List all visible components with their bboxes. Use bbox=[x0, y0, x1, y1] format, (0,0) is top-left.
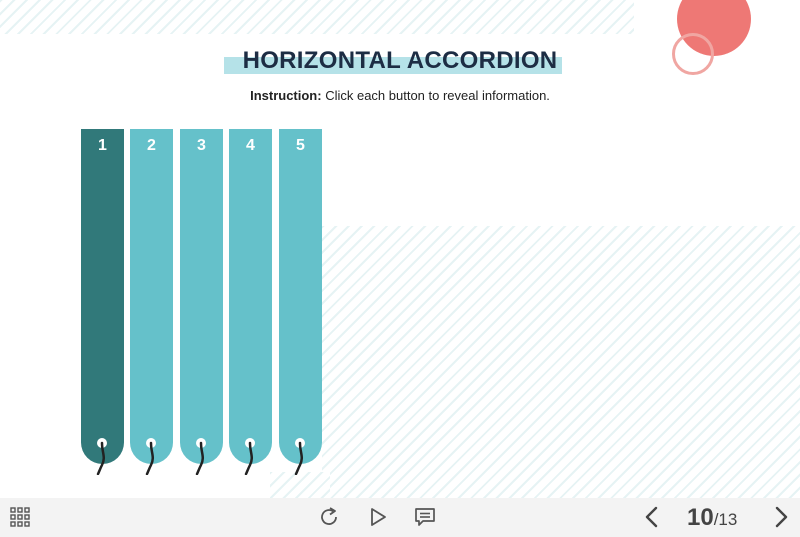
total-pages: /13 bbox=[713, 510, 738, 529]
instruction-label: Instruction: bbox=[250, 88, 322, 103]
striped-background-bottom bbox=[270, 472, 330, 498]
tag-string-icon bbox=[195, 441, 205, 475]
page-counter: 10/13 bbox=[687, 504, 737, 532]
tag-string-icon bbox=[145, 441, 155, 475]
chevron-right-icon[interactable] bbox=[771, 505, 791, 534]
panel-number: 5 bbox=[296, 137, 305, 154]
tag-string-icon bbox=[96, 441, 106, 475]
striped-background-top bbox=[0, 0, 634, 34]
accordion-panel-2[interactable]: 2 bbox=[130, 129, 173, 475]
replay-icon[interactable] bbox=[318, 506, 340, 533]
play-icon[interactable] bbox=[367, 506, 389, 533]
page-title: HORIZONTAL ACCORDION bbox=[242, 47, 558, 74]
panel-number: 4 bbox=[246, 137, 255, 154]
striped-background-right bbox=[322, 226, 800, 498]
instruction-body: Click each button to reveal information. bbox=[321, 88, 550, 103]
player-toolbar bbox=[0, 498, 800, 537]
accordion-panel-4[interactable]: 4 bbox=[229, 129, 272, 475]
accordion-panel-3[interactable]: 3 bbox=[180, 129, 223, 475]
accordion-panel-5[interactable]: 5 bbox=[279, 129, 322, 475]
panel-number: 2 bbox=[147, 137, 156, 154]
current-page: 10 bbox=[687, 504, 714, 531]
chevron-left-icon[interactable] bbox=[642, 505, 662, 534]
notes-icon[interactable] bbox=[414, 506, 436, 533]
tag-string-icon bbox=[244, 441, 254, 475]
accordion-panel-1[interactable]: 1 bbox=[81, 129, 124, 475]
grid-menu-icon[interactable] bbox=[10, 507, 30, 532]
tag-string-icon bbox=[294, 441, 304, 475]
instruction-text: Instruction: Click each button to reveal… bbox=[0, 88, 800, 103]
panel-number: 1 bbox=[98, 137, 107, 154]
panel-number: 3 bbox=[197, 137, 206, 154]
